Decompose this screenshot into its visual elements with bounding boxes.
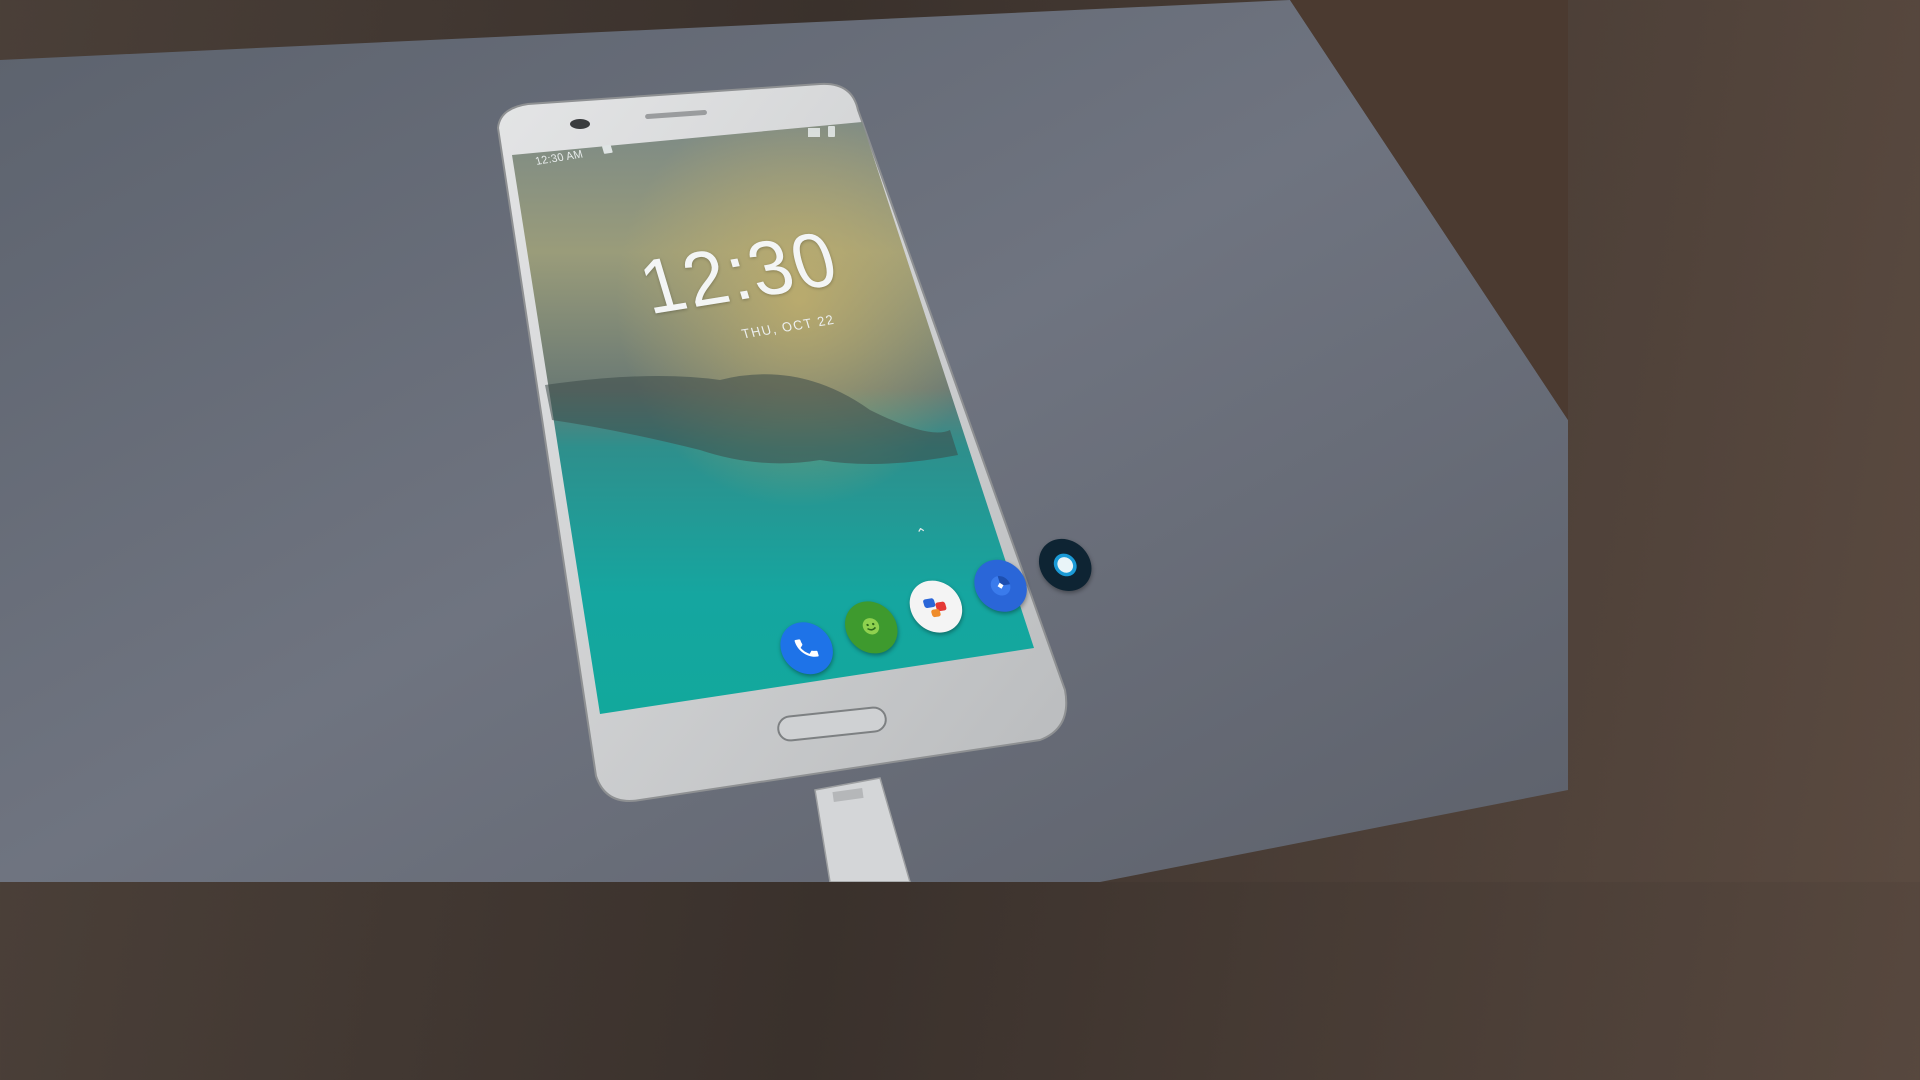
battery-icon: [828, 126, 835, 137]
signal-icon: [808, 128, 820, 137]
photo-scene: 12:30 AM 12:30 THU, OCT 22 ⌃: [0, 0, 1568, 882]
front-camera: [570, 119, 590, 129]
scene-svg: [0, 0, 1568, 882]
